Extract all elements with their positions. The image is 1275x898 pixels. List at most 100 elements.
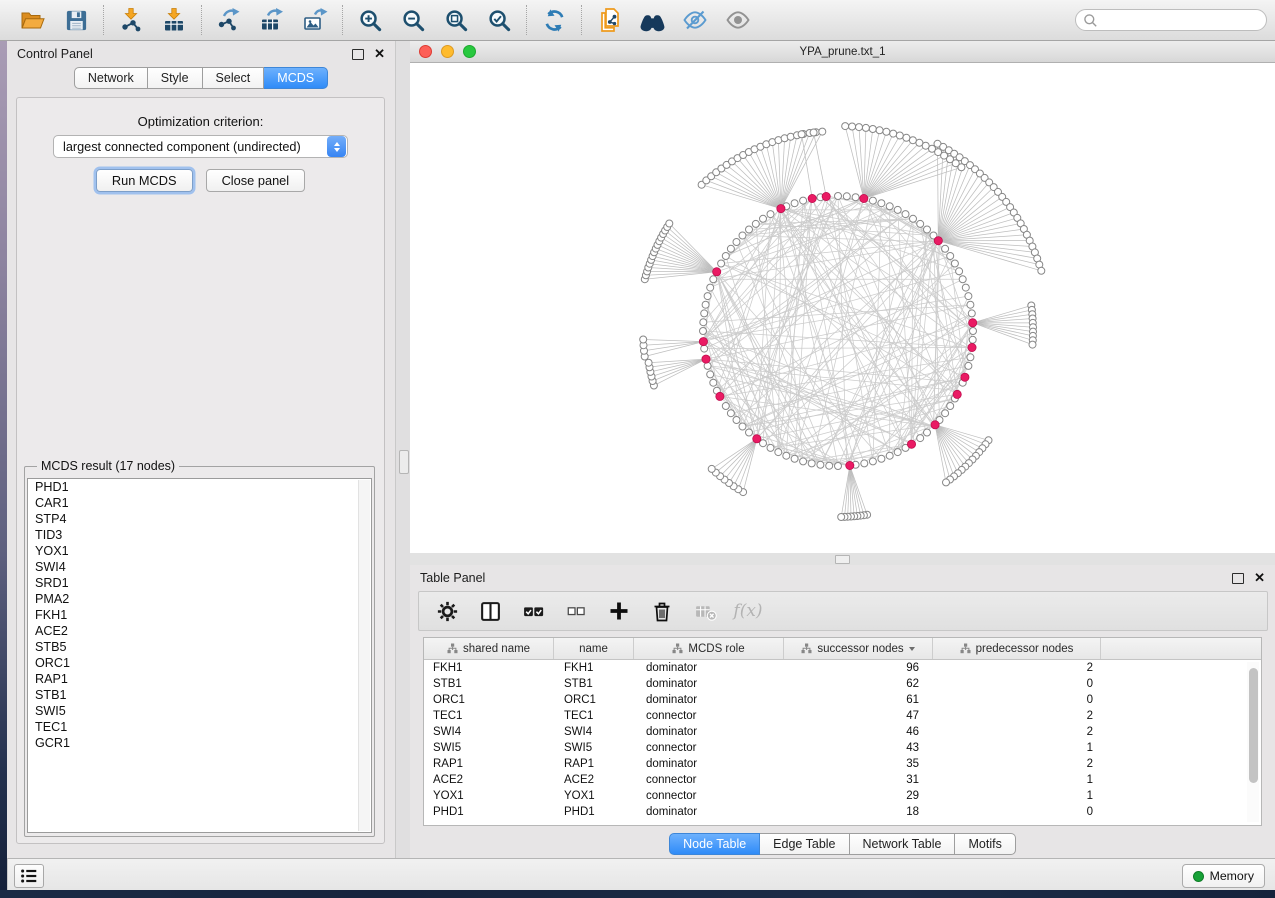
open-folder-button[interactable] [19,6,47,34]
close-panel-button[interactable]: Close panel [206,169,306,192]
export-image-button[interactable] [301,6,329,34]
import-table-button[interactable] [160,6,188,34]
table-row[interactable]: YOX1YOX1connector291 [424,788,1261,804]
criterion-dropdown[interactable]: largest connected component (undirected) [53,135,348,158]
mcds-result-item[interactable]: GCR1 [28,735,371,751]
show-selected-eye-button[interactable] [724,6,752,34]
add-row-button[interactable] [607,599,631,623]
horizontal-splitter-handle[interactable] [835,555,850,564]
zoom-out-button[interactable] [399,6,427,34]
mcds-result-item[interactable]: ORC1 [28,655,371,671]
tab-style[interactable]: Style [148,67,203,89]
zoom-in-button[interactable] [356,6,384,34]
mcds-result-item[interactable]: SWI5 [28,703,371,719]
table-row[interactable]: SWI4SWI4dominator462 [424,724,1261,740]
zoom-fit-button[interactable] [442,6,470,34]
cell-mcds_role: dominator [634,678,784,690]
mcds-result-item[interactable]: ACE2 [28,623,371,639]
cell-successor_nodes: 18 [784,806,933,818]
hide-selected-eye-button[interactable] [681,6,709,34]
mcds-result-item[interactable]: TID3 [28,527,371,543]
column-header-name[interactable]: name [554,638,634,659]
function-builder-icon: f(x) [733,601,762,621]
cell-mcds_role: connector [634,790,784,802]
column-label: predecessor nodes [976,643,1074,655]
run-mcds-button[interactable]: Run MCDS [96,169,193,192]
select-all-button[interactable] [521,599,545,623]
mcds-result-group: MCDS result (17 nodes) PHD1CAR1STP4TID3Y… [24,466,375,837]
horizontal-splitter[interactable] [410,553,1275,565]
column-header-shared-name[interactable]: shared name [424,638,554,659]
table-scrollbar-thumb[interactable] [1249,668,1258,783]
show-columns-button[interactable] [478,599,502,623]
mcds-result-item[interactable]: STB1 [28,687,371,703]
table-row[interactable]: TEC1TEC1connector472 [424,708,1261,724]
search-input[interactable] [1103,12,1266,28]
export-image-icon [302,7,328,33]
show-columns-icon [479,600,502,623]
float-window-icon[interactable] [352,49,364,60]
column-type-icon [801,643,812,654]
column-header-MCDS-role[interactable]: MCDS role [634,638,784,659]
tab-edge-table[interactable]: Edge Table [760,833,849,855]
tab-network-table[interactable]: Network Table [850,833,956,855]
network-window-titlebar: YPA_prune.txt_1 [410,41,1275,63]
document-network-button[interactable] [595,6,623,34]
mcds-result-item[interactable]: STB5 [28,639,371,655]
export-network-button[interactable] [215,6,243,34]
table-row[interactable]: PHD1PHD1dominator180 [424,804,1261,820]
cell-successor_nodes: 62 [784,678,933,690]
tab-select[interactable]: Select [203,67,265,89]
mcds-result-item[interactable]: PMA2 [28,591,371,607]
cell-predecessor_nodes: 2 [933,710,1101,722]
mcds-result-item[interactable]: RAP1 [28,671,371,687]
column-header-successor-nodes[interactable]: successor nodes [784,638,933,659]
table-scrollbar[interactable] [1247,662,1259,822]
export-table-icon [259,7,285,33]
mcds-result-item[interactable]: SWI4 [28,559,371,575]
mcds-result-item[interactable]: PHD1 [28,479,371,495]
mcds-result-item[interactable]: FKH1 [28,607,371,623]
cell-shared_name: ACE2 [424,774,554,786]
column-label: shared name [463,643,530,655]
table-row[interactable]: FKH1FKH1dominator962 [424,660,1261,676]
vertical-splitter-handle[interactable] [399,450,409,474]
tab-motifs[interactable]: Motifs [955,833,1015,855]
save-button[interactable] [62,6,90,34]
mcds-list-scrollbar[interactable] [358,480,370,831]
settings-gear-button[interactable] [435,599,459,623]
memory-button[interactable]: Memory [1182,864,1265,888]
import-network-button[interactable] [117,6,145,34]
table-row[interactable]: STB1STB1dominator620 [424,676,1261,692]
export-table-button[interactable] [258,6,286,34]
mcds-result-item[interactable]: STP4 [28,511,371,527]
binoculars-button[interactable] [638,6,666,34]
mcds-result-item[interactable]: SRD1 [28,575,371,591]
column-header-predecessor-nodes[interactable]: predecessor nodes [933,638,1101,659]
table-row[interactable]: ACE2ACE2connector311 [424,772,1261,788]
tab-node-table[interactable]: Node Table [669,833,760,855]
zoom-selected-button[interactable] [485,6,513,34]
refresh-button[interactable] [540,6,568,34]
deselect-all-button[interactable] [564,599,588,623]
close-table-panel-icon[interactable]: ✕ [1254,573,1265,583]
tab-mcds[interactable]: MCDS [264,67,328,89]
control-panel-title: Control Panel [17,47,93,61]
table-row[interactable]: ORC1ORC1dominator610 [424,692,1261,708]
mcds-result-item[interactable]: CAR1 [28,495,371,511]
mcds-result-item[interactable]: TEC1 [28,719,371,735]
task-history-button[interactable] [14,864,44,888]
list-icon [19,866,39,886]
export-network-icon [216,7,242,33]
network-graph-canvas[interactable] [410,63,1275,554]
cell-predecessor_nodes: 0 [933,806,1101,818]
vertical-splitter[interactable] [396,41,411,858]
mcds-result-list[interactable]: PHD1CAR1STP4TID3YOX1SWI4SRD1PMA2FKH1ACE2… [27,478,372,833]
table-row[interactable]: RAP1RAP1dominator352 [424,756,1261,772]
close-panel-icon[interactable]: ✕ [374,49,385,59]
table-row[interactable]: SWI5SWI5connector431 [424,740,1261,756]
mcds-result-item[interactable]: YOX1 [28,543,371,559]
float-table-panel-icon[interactable] [1232,573,1244,584]
tab-network[interactable]: Network [74,67,148,89]
delete-row-button[interactable] [650,599,674,623]
